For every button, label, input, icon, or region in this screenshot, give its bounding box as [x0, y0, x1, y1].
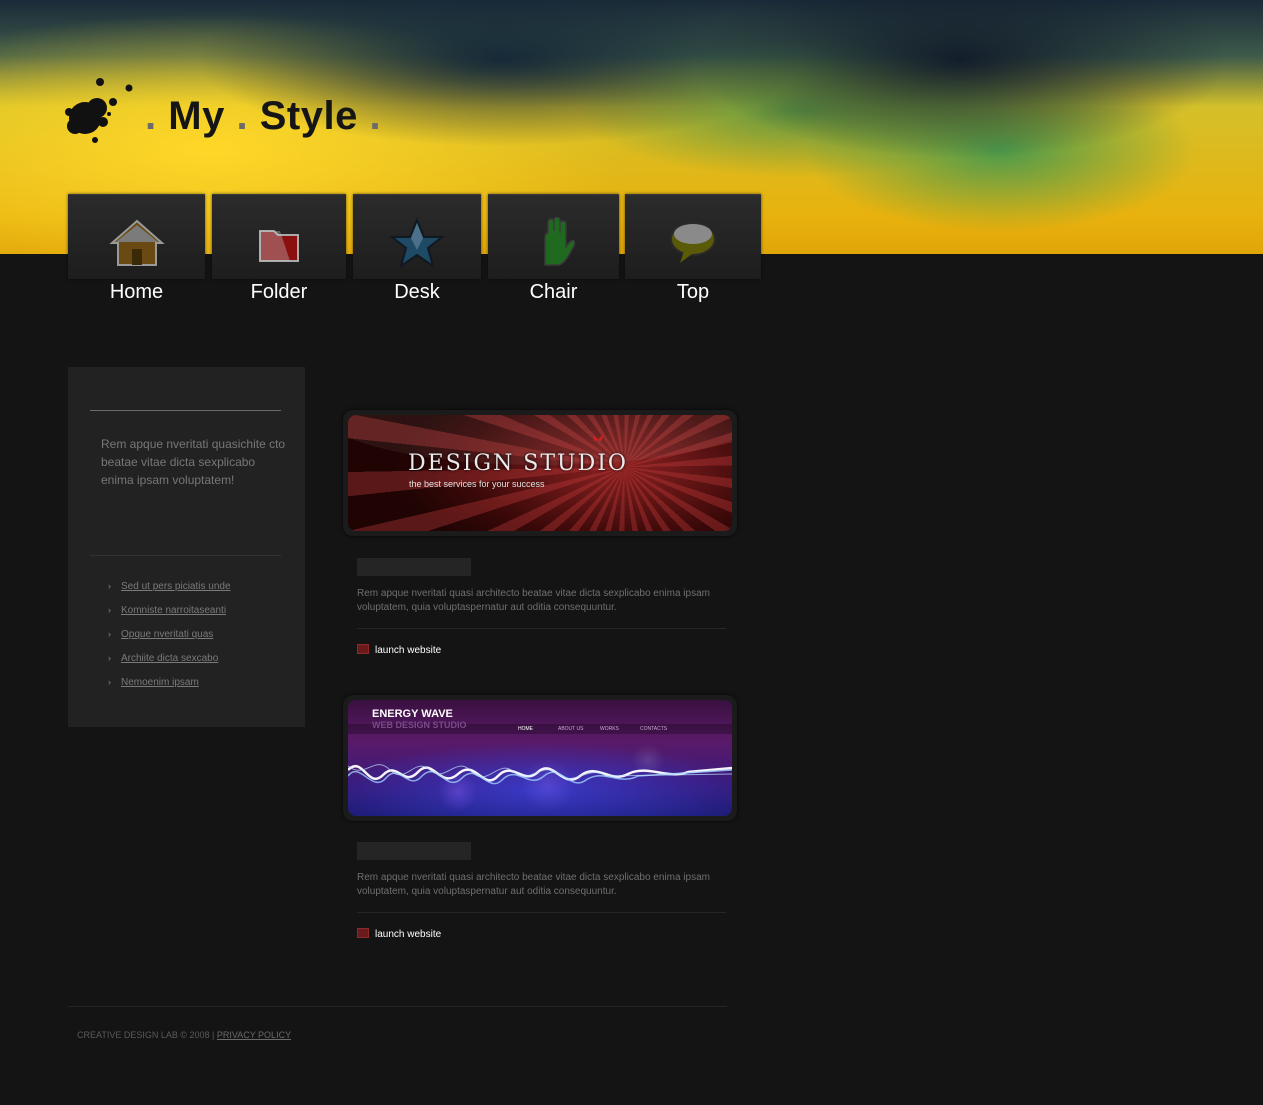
title-word-style: Style [259, 94, 358, 138]
project-thumbnail-design-studio[interactable]: DESIGN STUDIO the best services for your… [343, 410, 737, 536]
project-title-placeholder [357, 558, 471, 576]
nav-label: Home [109, 281, 164, 303]
list-item: › Archiite dicta sexcabo [108, 653, 231, 677]
footer-divider [68, 1006, 727, 1007]
title-dot: . [145, 94, 157, 138]
arrow-icon: › [108, 653, 111, 663]
star-icon [389, 217, 445, 269]
project-thumbnail-energy-wave[interactable]: ENERGY WAVE WEB DESIGN STUDIO HOME ABOUT… [343, 695, 737, 821]
title-dot: . [369, 94, 382, 138]
footer-copyright: CREATIVE DESIGN LAB © 2008 | [77, 1030, 215, 1040]
sidebar-intro: Rem apque nveritati quasichite cto beata… [101, 437, 286, 487]
ink-splat-icon [65, 78, 133, 143]
nav-label: Chair [529, 281, 578, 303]
nav-label: Desk [394, 281, 440, 303]
arrow-icon: › [108, 629, 111, 639]
launch-icon [357, 928, 369, 938]
project-title-placeholder [357, 842, 471, 860]
main-nav: Home Folder Desk Chair Top [68, 194, 768, 314]
nav-item-top[interactable]: Top [625, 194, 761, 303]
list-item: › Opque nveritati quas [108, 629, 231, 653]
sidebar-link[interactable]: Archiite dicta sexcabo [121, 653, 218, 664]
title-word-my: My [168, 94, 225, 138]
arrow-icon: › [108, 605, 111, 615]
sidebar: Rem apque nveritati quasichite cto beata… [68, 367, 305, 727]
list-item: › Komniste narroitaseanti [108, 605, 231, 629]
banner-subtitle: the best services for your success [409, 479, 545, 489]
sidebar-link[interactable]: Sed ut pers piciatis unde [121, 581, 231, 592]
banner-menu-item: HOME [518, 726, 533, 732]
footer: CREATIVE DESIGN LAB © 2008 | PRIVACY POL… [77, 1030, 291, 1040]
list-item: › Sed ut pers piciatis unde [108, 581, 231, 605]
launch-website-label: launch website [375, 645, 442, 656]
speech-bubble-icon [670, 222, 716, 263]
arrow-icon: › [108, 677, 111, 687]
launch-website-link[interactable]: launch website [357, 928, 441, 940]
banner-menu-item: WORKS [600, 726, 619, 732]
project-divider [357, 912, 726, 913]
nav-item-desk[interactable]: Desk [353, 194, 481, 303]
sidebar-link[interactable]: Nemoenim ipsam [121, 677, 199, 688]
site-logo[interactable]: . My . Style . [55, 68, 415, 148]
list-item: › Nemoenim ipsam [108, 677, 231, 701]
butterfly-icon [593, 434, 603, 441]
energy-wave-banner: ENERGY WAVE WEB DESIGN STUDIO HOME ABOUT… [348, 700, 732, 816]
nav-label: Top [676, 281, 710, 303]
banner-title: DESIGN STUDIO [408, 451, 628, 476]
home-icon [108, 219, 165, 266]
privacy-policy-link[interactable]: PRIVACY POLICY [217, 1030, 291, 1040]
nav-item-folder[interactable]: Folder [212, 194, 346, 303]
sidebar-divider [90, 555, 281, 556]
project-description: Rem apque nveritati quasi architecto bea… [357, 872, 710, 897]
banner-subtitle: WEB DESIGN STUDIO [372, 720, 467, 730]
sidebar-links: › Sed ut pers piciatis unde › Komniste nar… [108, 581, 231, 701]
project-description: Rem apque nveritati quasi architecto bea… [357, 588, 710, 613]
nav-item-home[interactable]: Home [68, 194, 205, 303]
energy-wave-graphic [348, 764, 732, 785]
launch-website-label: launch website [375, 929, 442, 940]
title-dot: . [236, 94, 249, 138]
nav-item-chair[interactable]: Chair [488, 194, 619, 303]
folder-icon [259, 230, 299, 262]
hand-icon [543, 217, 575, 266]
launch-website-link[interactable]: launch website [357, 644, 441, 656]
sidebar-link[interactable]: Opque nveritati quas [121, 629, 213, 640]
design-studio-banner: DESIGN STUDIO the best services for your… [348, 415, 732, 531]
project-divider [357, 628, 726, 629]
site-title: . My . Style . [145, 94, 381, 139]
banner-menu-item: ABOUT US [558, 726, 584, 732]
banner-title: ENERGY WAVE [372, 708, 453, 720]
sidebar-divider [90, 410, 281, 411]
sidebar-link[interactable]: Komniste narroitaseanti [121, 605, 226, 616]
banner-menu-item: CONTACTS [640, 726, 668, 732]
launch-icon [357, 644, 369, 654]
nav-label: Folder [250, 281, 308, 303]
arrow-icon: › [108, 581, 111, 591]
